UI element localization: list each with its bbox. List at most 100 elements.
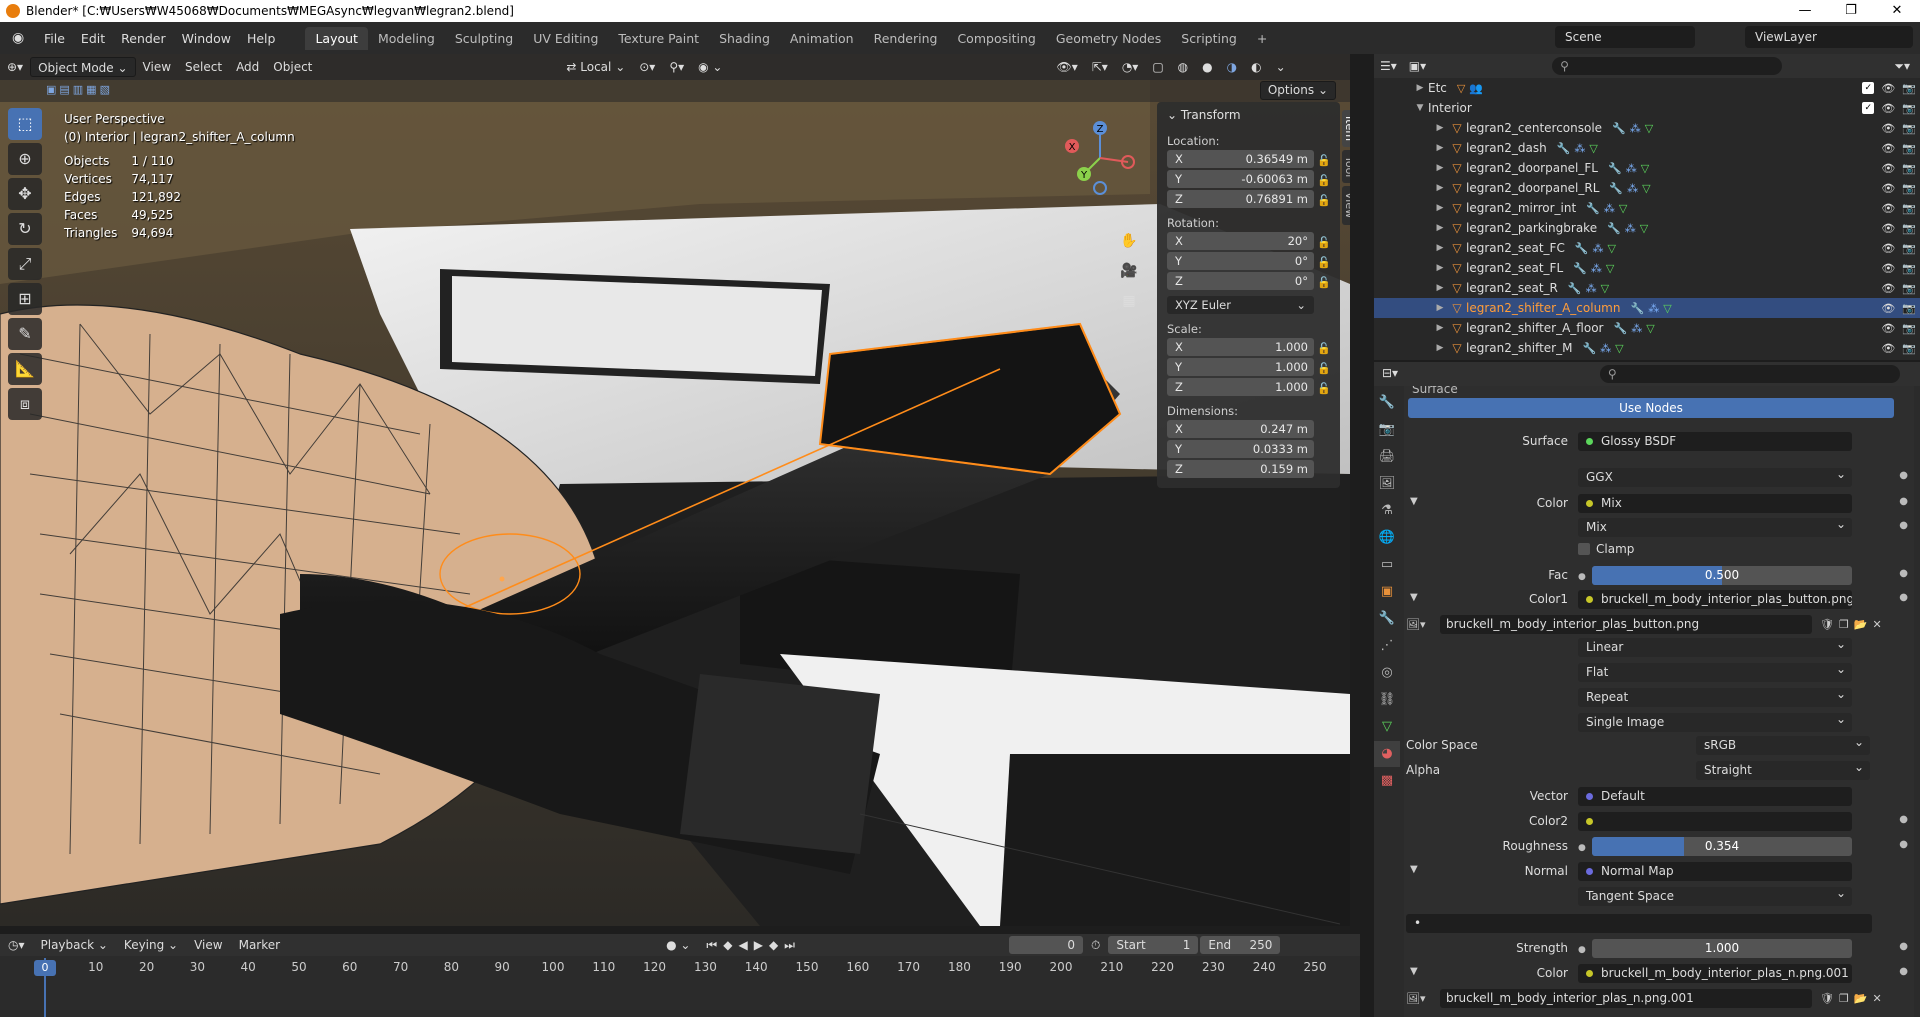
outliner-item-name[interactable]: legran2_seat_FC xyxy=(1466,241,1565,255)
modifier-wrench-icon[interactable]: 🔧 xyxy=(1557,142,1575,155)
eye-icon[interactable]: 👁 xyxy=(1881,282,1895,295)
distribution-dropdown[interactable]: GGX xyxy=(1578,465,1852,487)
image-browse-icon[interactable]: 🖼▾ xyxy=(1406,618,1440,631)
zoom-icon[interactable]: ⊕ xyxy=(1114,196,1144,226)
shading-rendered-icon[interactable]: ◐ xyxy=(1244,57,1268,77)
transform-orientation-dropdown[interactable]: ⇄ Local ⌄ xyxy=(559,57,632,77)
menu-playback[interactable]: Playback ⌄ xyxy=(33,938,116,952)
tab-uv-editing[interactable]: UV Editing xyxy=(523,27,608,50)
expand-arrow-icon[interactable]: ▶ xyxy=(1432,223,1448,233)
lock-icon[interactable]: 🔓 xyxy=(1314,382,1334,395)
end-frame-field[interactable]: End 250 xyxy=(1200,936,1281,954)
annotate-tool-icon[interactable]: ✎ xyxy=(8,318,42,350)
socket-dot-icon[interactable]: ● xyxy=(1899,839,1908,850)
filter-icon[interactable]: ⏷▾ xyxy=(1884,59,1920,74)
projection-dropdown[interactable]: Flat xyxy=(1578,660,1852,682)
duplicate-icon[interactable]: ❐ xyxy=(1839,618,1854,631)
tab-animation[interactable]: Animation xyxy=(780,27,864,50)
menu-window[interactable]: Window xyxy=(174,31,239,46)
outliner-item-name[interactable]: legran2_dash xyxy=(1466,141,1547,155)
outliner-item-name[interactable]: Etc xyxy=(1428,81,1447,95)
eye-icon[interactable]: 👁 xyxy=(1881,102,1895,115)
properties-editor-type-icon[interactable]: ⊟▾ xyxy=(1374,362,1406,384)
mesh-data-icon[interactable]: ▽ xyxy=(1608,242,1620,255)
blender-menu-icon[interactable]: ◉ xyxy=(12,30,28,46)
eye-icon[interactable]: 👁 xyxy=(1881,82,1895,95)
modifier-wrench-icon[interactable]: 🔧 xyxy=(1608,162,1626,175)
outliner-row[interactable]: ▶ Etc ▽👥 ✓ 👁 📷 xyxy=(1374,78,1920,98)
options-dropdown[interactable]: Options ⌄ xyxy=(1259,81,1336,100)
camera-render-icon[interactable]: 📷 xyxy=(1902,302,1916,315)
frame-ruler[interactable]: 0 10 20 30 40 50 60 70 80 90 100 110 120 130 140 150 160… xyxy=(0,958,1360,978)
scale-z-field[interactable]: Z 1.000 xyxy=(1167,378,1314,396)
outliner-item-name[interactable]: legran2_doorpanel_FL xyxy=(1466,161,1598,175)
lock-icon[interactable]: 🔓 xyxy=(1314,236,1334,249)
color-space-dropdown[interactable]: sRGB xyxy=(1696,733,1870,755)
tab-layout[interactable]: Layout xyxy=(305,26,368,50)
camera-render-icon[interactable]: 📷 xyxy=(1902,242,1916,255)
physics-properties-icon[interactable]: ◎ xyxy=(1374,660,1400,686)
tab-geometry-nodes[interactable]: Geometry Nodes xyxy=(1046,27,1171,50)
menu-edit[interactable]: Edit xyxy=(73,31,113,46)
expand-arrow-icon[interactable]: ▶ xyxy=(1432,263,1448,273)
outliner-row[interactable]: ▶ ▽ legran2_shifter_A_column 🔧⁂▽ 👁 📷 xyxy=(1374,298,1920,318)
location-z-field[interactable]: Z 0.76891 m xyxy=(1167,190,1314,208)
outliner-row[interactable]: ▼ Interior ✓ 👁 📷 xyxy=(1374,98,1920,118)
play-icon[interactable]: ▶ xyxy=(754,938,769,952)
socket-dot-icon[interactable]: ● xyxy=(1899,520,1908,531)
timeline-editor[interactable]: ◷▾ Playback ⌄ Keying ⌄ View Marker ● ⌄ ⏮… xyxy=(0,934,1360,1017)
expand-arrow-icon[interactable]: ▶ xyxy=(1432,143,1448,153)
mesh-data-icon[interactable]: ▽ xyxy=(1606,262,1618,275)
3d-viewport[interactable]: ⊕▾ Object Mode ⌄ View Select Add Object … xyxy=(0,54,1350,926)
unlink-icon[interactable]: ✕ xyxy=(1873,618,1887,631)
camera-render-icon[interactable]: 📷 xyxy=(1902,322,1916,335)
tool-properties-icon[interactable]: 🔧 xyxy=(1374,390,1400,416)
outliner-row[interactable]: ▶ ▽ legran2_doorpanel_FL 🔧⁂▽ 👁 📷 xyxy=(1374,158,1920,178)
eye-icon[interactable]: 👁 xyxy=(1881,242,1895,255)
object-properties-icon[interactable]: ▣ xyxy=(1374,579,1400,605)
scene-selector[interactable]: Scene xyxy=(1555,26,1695,48)
jump-end-icon[interactable]: ⏭ xyxy=(784,938,801,952)
expand-arrow-icon[interactable]: ▶ xyxy=(1432,203,1448,213)
lock-icon[interactable]: 🔓 xyxy=(1314,174,1334,187)
rotation-mode-dropdown[interactable]: XYZ Euler ⌄ xyxy=(1167,296,1314,314)
mesh-data-icon[interactable]: ▽ xyxy=(1645,122,1657,135)
menu-file[interactable]: File xyxy=(36,31,73,46)
mode-dropdown[interactable]: Object Mode ⌄ xyxy=(30,57,136,77)
transform-tool-icon[interactable]: ⊞ xyxy=(8,283,42,315)
vertex-group-icon[interactable]: ⁂ xyxy=(1604,202,1619,215)
camera-render-icon[interactable]: 📷 xyxy=(1902,182,1916,195)
minimize-icon[interactable]: — xyxy=(1782,0,1828,22)
outliner-item-name[interactable]: legran2_seat_R xyxy=(1466,281,1558,295)
use-nodes-button[interactable]: Use Nodes xyxy=(1408,398,1894,418)
modifier-wrench-icon[interactable]: 🔧 xyxy=(1630,302,1648,315)
camera-render-icon[interactable]: 📷 xyxy=(1902,122,1916,135)
vertex-group-icon[interactable]: ⁂ xyxy=(1625,222,1640,235)
menu-object[interactable]: Object xyxy=(266,57,319,77)
modifier-wrench-icon[interactable]: 🔧 xyxy=(1612,122,1630,135)
expand-arrow-icon[interactable]: ▶ xyxy=(1412,83,1428,93)
mesh-data-icon[interactable]: ▽ xyxy=(1601,282,1613,295)
properties-search-input[interactable]: ⚲ xyxy=(1599,364,1900,383)
menu-help[interactable]: Help xyxy=(239,31,284,46)
particle-properties-icon[interactable]: ⋰ xyxy=(1374,633,1400,659)
expand-arrow-icon[interactable]: ▶ xyxy=(1432,163,1448,173)
measure-tool-icon[interactable]: 📐 xyxy=(8,353,42,385)
socket-dot-icon[interactable]: ● xyxy=(1899,941,1908,952)
outliner-row[interactable]: ▶ ▽ legran2_parkingbrake 🔧⁂▽ 👁 📷 xyxy=(1374,218,1920,238)
lock-icon[interactable]: 🔓 xyxy=(1314,276,1334,289)
outliner-item-name[interactable]: legran2_seat_FL xyxy=(1466,261,1563,275)
tab-modeling[interactable]: Modeling xyxy=(368,27,445,50)
modifier-wrench-icon[interactable]: 🔧 xyxy=(1609,182,1627,195)
modifier-properties-icon[interactable]: 🔧 xyxy=(1374,606,1400,632)
vertex-group-icon[interactable]: ⁂ xyxy=(1630,122,1645,135)
lock-icon[interactable]: 🔓 xyxy=(1314,256,1334,269)
data-properties-icon[interactable]: ▽ xyxy=(1374,714,1400,740)
outliner-item-name[interactable]: legran2_shifter_M xyxy=(1466,341,1572,355)
location-x-field[interactable]: X 0.36549 m xyxy=(1167,150,1314,168)
normal-input-field[interactable]: Normal Map xyxy=(1578,862,1852,881)
stopwatch-icon[interactable]: ⏱ xyxy=(1083,938,1108,953)
checkbox-icon[interactable] xyxy=(1578,543,1590,555)
close-icon[interactable]: ✕ xyxy=(1874,0,1920,22)
camera-render-icon[interactable]: 📷 xyxy=(1902,142,1916,155)
